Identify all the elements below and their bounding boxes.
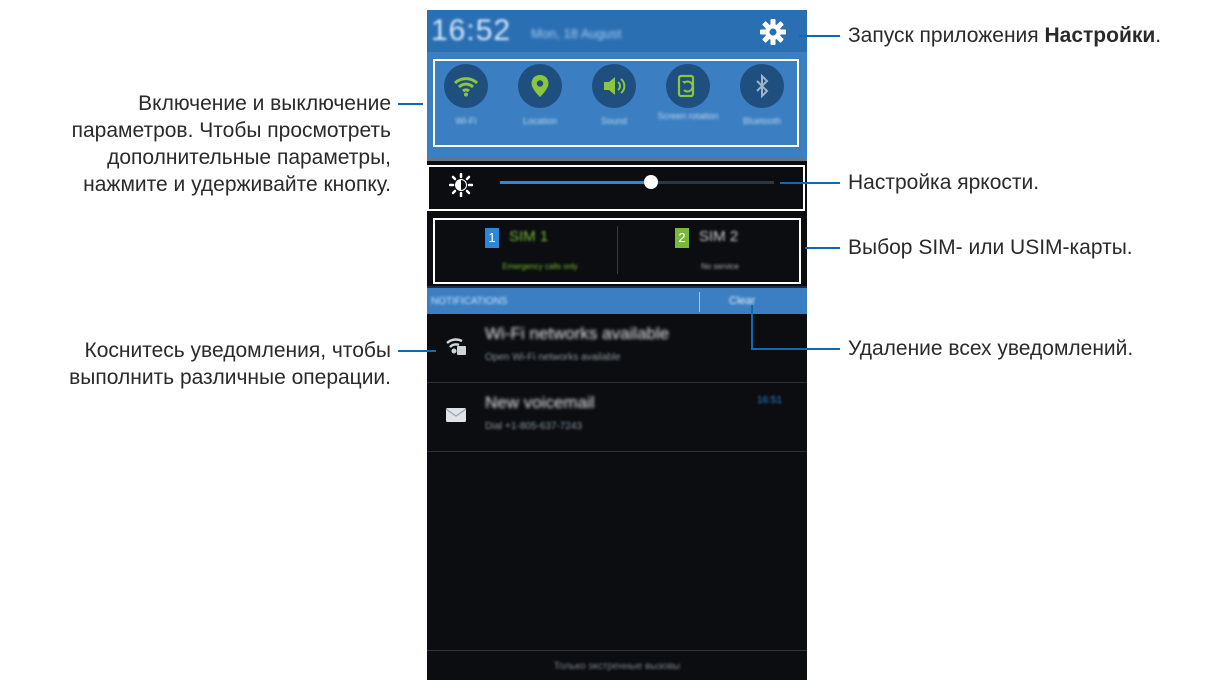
callout-line-clear — [751, 348, 840, 350]
sim-status: Emergency calls only — [502, 262, 578, 271]
notifications-title: NOTIFICATIONS — [431, 296, 508, 307]
notification-item[interactable]: New voicemail Dial +1-805-637-7243 16:51 — [427, 383, 807, 452]
settings-gear-icon[interactable] — [759, 18, 787, 46]
callout-clear: Удаление всех уведомлений. — [848, 337, 1134, 360]
speaker-icon — [592, 64, 636, 108]
toggle-wifi[interactable]: Wi-Fi — [431, 64, 501, 126]
brightness-slider-fill — [500, 181, 651, 184]
callout-settings: Запуск приложения Настройки. — [848, 22, 1161, 49]
rotation-icon — [666, 64, 710, 108]
toggle-bluetooth[interactable]: Bluetooth — [727, 64, 797, 126]
toggle-label: Wi-Fi — [455, 116, 477, 126]
callout-notification: Коснитесь уведомления, чтобы выполнить р… — [69, 337, 391, 391]
carrier-text: Только экстренные вызовы — [553, 661, 681, 672]
notification-subtitle: Open Wi-Fi networks available — [485, 352, 621, 363]
sim-name: SIM 2 — [699, 228, 739, 245]
wifi-icon — [444, 64, 488, 108]
callout-line-clear-vertical — [751, 305, 753, 349]
callout-settings-bold: Настройки — [1044, 24, 1156, 47]
brightness-sun-icon[interactable] — [449, 173, 473, 197]
notification-time: 16:51 — [757, 395, 783, 406]
callout-line-settings — [799, 35, 840, 37]
callout-line-sim — [805, 247, 840, 249]
notification-subtitle: Dial +1-805-637-7243 — [485, 421, 583, 432]
sim-selector: 1 SIM 1 Emergency calls only 2 SIM 2 No … — [427, 214, 807, 286]
sim-name: SIM 1 — [509, 228, 549, 245]
toggle-label: Bluetooth — [742, 116, 782, 126]
callout-line-brightness — [780, 182, 840, 184]
callout-settings-prefix: Запуск приложения — [848, 24, 1045, 47]
callout-toggles: Включение и выключение параметров. Чтобы… — [72, 90, 391, 198]
callout-notification-line: выполнить различные операции. — [69, 366, 391, 389]
location-pin-icon — [518, 64, 562, 108]
quick-settings-panel: Wi-Fi Location Sound Screen rotation Blu… — [427, 52, 807, 158]
callout-toggles-line: нажмите и удерживайте кнопку. — [83, 173, 391, 196]
callout-settings-suffix: . — [1155, 24, 1162, 47]
notification-item[interactable]: Wi-Fi networks available Open Wi-Fi netw… — [427, 314, 807, 383]
callout-toggles-line: параметров. Чтобы просмотреть — [71, 119, 391, 142]
notification-title: Wi-Fi networks available — [485, 324, 670, 343]
clock: 16:52 — [431, 14, 512, 47]
notification-panel: 16:52 Mon, 18 August Wi-Fi Location Soun… — [427, 10, 807, 680]
toggle-screen-rotation[interactable]: Screen rotation — [653, 64, 723, 121]
wifi-notification-icon — [446, 338, 466, 355]
callout-sim: Выбор SIM- или USIM-карты. — [848, 236, 1133, 259]
toggle-sound[interactable]: Sound — [579, 64, 649, 126]
callout-toggles-line: Включение и выключение — [138, 92, 391, 115]
notification-title: New voicemail — [485, 393, 595, 412]
header-divider — [699, 292, 700, 312]
callout-notification-line: Коснитесь уведомления, чтобы — [84, 339, 391, 362]
sim-card-icon: 2 — [675, 228, 689, 248]
carrier-bar: Только экстренные вызовы — [427, 650, 807, 680]
toggle-label: Screen rotation — [657, 111, 719, 121]
callout-line-toggles — [398, 103, 423, 105]
notifications-header: NOTIFICATIONS Clear — [427, 286, 807, 316]
callout-toggles-line: дополнительные параметры, — [107, 146, 391, 169]
brightness-highlight — [427, 165, 805, 211]
toggle-location[interactable]: Location — [505, 64, 575, 126]
callout-brightness: Настройка яркости. — [848, 171, 1040, 194]
brightness-slider-knob[interactable] — [643, 175, 658, 189]
sim-card-icon: 1 — [485, 228, 499, 248]
date: Mon, 18 August — [531, 26, 622, 41]
toggle-label: Sound — [600, 116, 628, 126]
sim-status: No service — [701, 262, 739, 271]
callout-line-notification — [398, 350, 436, 352]
brightness-panel — [427, 158, 807, 217]
brightness-slider[interactable] — [500, 175, 774, 189]
voicemail-icon — [445, 408, 467, 422]
bluetooth-icon — [740, 64, 784, 108]
status-bar: 16:52 Mon, 18 August — [427, 10, 807, 52]
toggle-label: Location — [522, 116, 558, 126]
